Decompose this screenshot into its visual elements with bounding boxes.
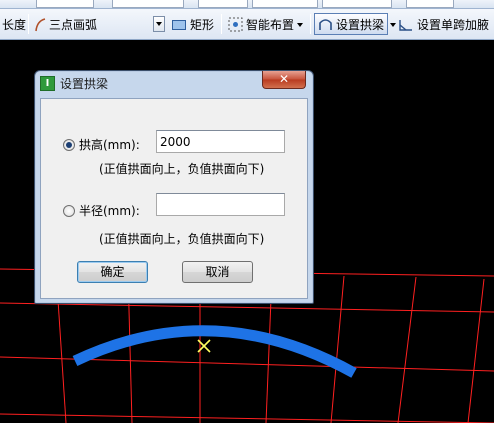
radius-radio[interactable]: 半径(mm): bbox=[63, 202, 140, 219]
set-single-span-haunch-label: 设置单跨加腋 bbox=[417, 18, 490, 32]
top-combo-2[interactable] bbox=[112, 0, 184, 8]
grid-line bbox=[0, 413, 494, 423]
ok-button[interactable]: 确定 bbox=[77, 261, 148, 283]
arch-height-radio[interactable]: 拱高(mm): bbox=[63, 136, 140, 153]
rectangle-tool-label: 矩形 bbox=[190, 18, 215, 32]
toolbar-separator bbox=[221, 14, 222, 34]
top-grid-button[interactable] bbox=[406, 0, 454, 8]
cancel-button[interactable]: 取消 bbox=[182, 261, 253, 283]
arch-height-label: 拱高(mm): bbox=[79, 138, 140, 152]
radius-radio-button[interactable] bbox=[63, 204, 75, 217]
arch-beam-icon bbox=[319, 18, 332, 30]
smart-layout-icon bbox=[228, 17, 243, 32]
toolbar-top-row bbox=[0, 0, 494, 9]
arch-height-input[interactable] bbox=[156, 130, 285, 153]
arc-tool-dropdown[interactable] bbox=[153, 16, 165, 32]
close-button[interactable]: ✕ bbox=[262, 71, 306, 89]
toolbar-separator bbox=[310, 14, 311, 34]
app-icon: I bbox=[40, 76, 55, 91]
arch-beam[interactable] bbox=[72, 325, 357, 378]
haunch-icon bbox=[399, 20, 412, 31]
set-single-span-haunch-tool[interactable]: 设置单跨加腋 bbox=[398, 9, 489, 40]
radius-input[interactable] bbox=[156, 193, 285, 216]
dialog-title: 设置拱梁 bbox=[60, 77, 109, 91]
arc-icon bbox=[35, 17, 46, 31]
grid-line bbox=[0, 302, 494, 313]
grid-line bbox=[397, 276, 417, 423]
top-component-list-button[interactable] bbox=[252, 0, 318, 8]
smart-layout-tool[interactable]: 智能布置 bbox=[228, 9, 304, 40]
top-combo-1[interactable] bbox=[36, 0, 94, 8]
set-arch-beam-tool[interactable]: 设置拱梁 bbox=[314, 13, 389, 35]
rectangle-icon bbox=[172, 19, 186, 30]
smart-layout-label: 智能布置 bbox=[246, 18, 295, 32]
toolbar-separator bbox=[28, 14, 29, 34]
three-point-arc-tool[interactable]: 三点画弧 bbox=[33, 9, 97, 40]
grid-line bbox=[467, 278, 485, 423]
arch-beam-dropdown-icon[interactable] bbox=[390, 23, 396, 27]
drawing-toolbar: 长度 三点画弧 矩形 智能布置 设置拱梁 设置单跨加腋 bbox=[0, 9, 494, 40]
arch-height-radio-button[interactable] bbox=[63, 138, 75, 151]
top-pick-component-button[interactable] bbox=[322, 0, 392, 8]
arch-height-hint: (正值拱面向上，负值拱面向下) bbox=[99, 162, 265, 176]
rectangle-tool[interactable]: 矩形 bbox=[172, 9, 214, 40]
smart-layout-dropdown-icon bbox=[297, 22, 304, 27]
radius-hint: (正值拱面向上，负值拱面向下) bbox=[99, 232, 265, 246]
top-property-button[interactable] bbox=[198, 0, 248, 8]
set-arch-beam-label: 设置拱梁 bbox=[336, 17, 385, 32]
dialog-body: 拱高(mm): (正值拱面向上，负值拱面向下) 半径(mm): (正值拱面向上，… bbox=[40, 98, 308, 299]
radius-label: 半径(mm): bbox=[79, 204, 140, 218]
dialog-titlebar[interactable]: I 设置拱梁 ✕ bbox=[35, 71, 313, 95]
arc-tool-label: 三点画弧 bbox=[49, 18, 98, 32]
length-label: 长度 bbox=[2, 18, 27, 32]
grid-line bbox=[330, 275, 345, 423]
set-arch-beam-dialog: I 设置拱梁 ✕ 拱高(mm): (正值拱面向上，负值拱面向下) 半径(mm):… bbox=[34, 70, 314, 304]
